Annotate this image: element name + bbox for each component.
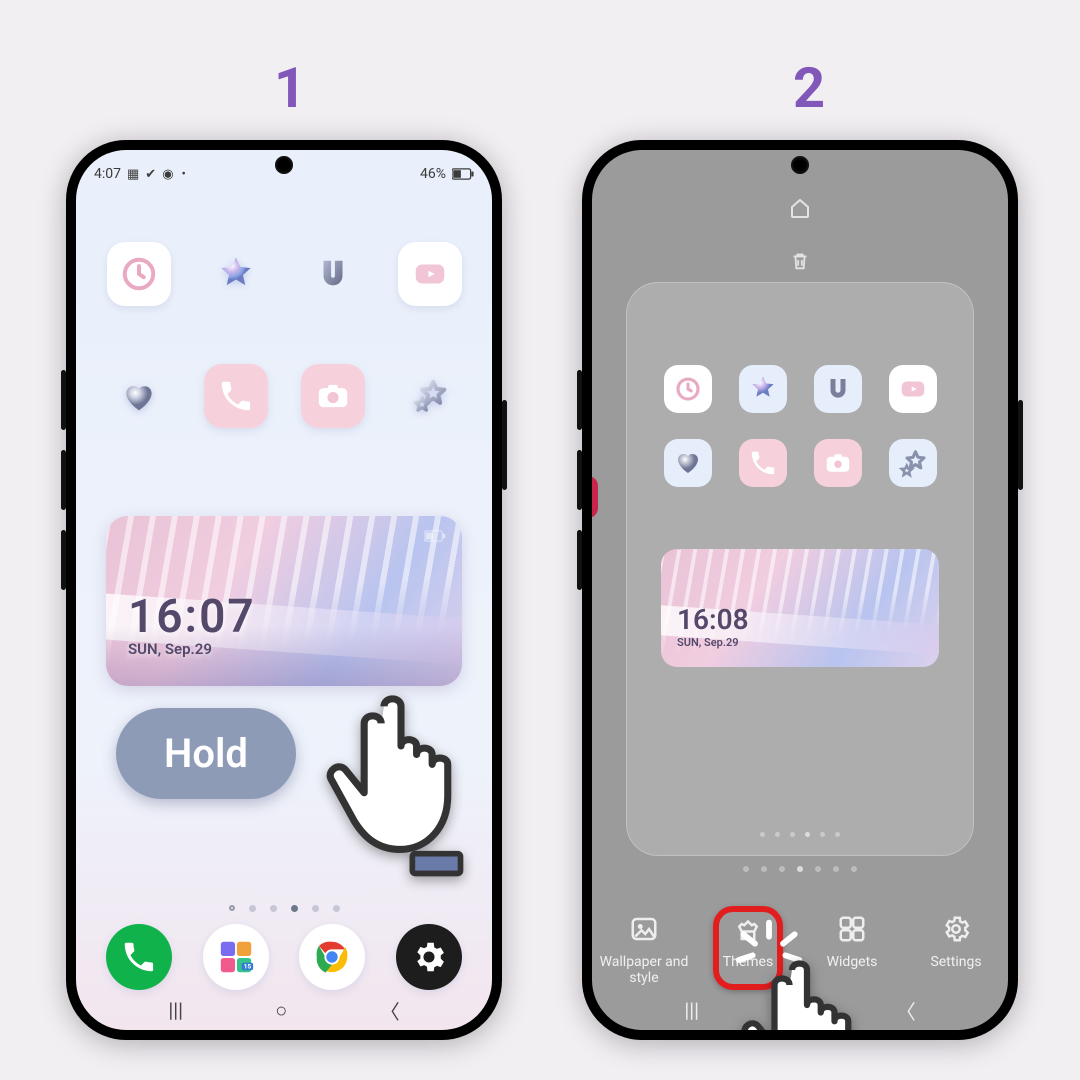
battery-percent: 46% [420, 166, 446, 182]
page-dot[interactable] [312, 905, 319, 912]
nav-bar: ||| ○ 〈 [76, 996, 492, 1024]
app-clock[interactable] [107, 242, 171, 306]
hold-instruction-badge: Hold [116, 708, 296, 799]
phone-step-1: 4:07 ▦ ✔ ◉ 46% [66, 140, 502, 1040]
punch-hole-camera [275, 156, 293, 174]
check-icon: ✔ [145, 167, 156, 182]
previous-page-peek[interactable] [592, 476, 598, 518]
page-dot[interactable] [249, 905, 256, 912]
settings-icon [939, 912, 973, 946]
widget-clock-text: 16:07 SUN, Sep.29 [128, 590, 256, 658]
option-label: Wallpaper and style [592, 954, 696, 986]
app-phone[interactable] [739, 439, 787, 487]
clock-widget[interactable]: 16:07 SUN, Sep.29 [106, 516, 462, 686]
page-dot-home[interactable] [229, 905, 235, 911]
editor-page-indicator[interactable] [592, 866, 1008, 872]
home-screen[interactable]: 4:07 ▦ ✔ ◉ 46% [76, 150, 492, 1030]
more-notifications-icon [180, 167, 186, 182]
app-heart-3d[interactable] [664, 439, 712, 487]
widget-date: SUN, Sep.29 [677, 636, 749, 649]
dock-app-widgets[interactable]: 15 [203, 924, 269, 990]
app-camera[interactable] [301, 364, 365, 428]
option-wallpaper-and-style[interactable]: Wallpaper and style [592, 912, 696, 986]
page-dot[interactable] [333, 905, 340, 912]
home-screen-editor[interactable]: 16:08 SUN, Sep.29 Wallpaper and style [592, 150, 1008, 1030]
option-settings[interactable]: Settings [904, 912, 1008, 986]
nav-home-icon[interactable]: ○ [275, 998, 287, 1023]
app-heart-3d[interactable] [107, 364, 171, 428]
status-time: 4:07 [94, 166, 121, 182]
dock-app-settings[interactable] [396, 924, 462, 990]
nav-recents-icon[interactable]: ||| [684, 998, 699, 1022]
preview-page-indicator [627, 832, 973, 837]
option-label: Settings [930, 954, 981, 970]
clock-widget-preview[interactable]: 16:08 SUN, Sep.29 [661, 549, 939, 667]
step-number-2: 2 [793, 55, 825, 121]
app-youtube[interactable] [889, 365, 937, 413]
app-camera[interactable] [814, 439, 862, 487]
app-u-magnet[interactable] [814, 365, 862, 413]
tap-hand-cursor [732, 945, 882, 1030]
app-clock[interactable] [664, 365, 712, 413]
app-phone[interactable] [204, 364, 268, 428]
app-star-3d[interactable] [739, 365, 787, 413]
widget-clock-text: 16:08 SUN, Sep.29 [677, 603, 749, 649]
wallpaper-icon [627, 912, 661, 946]
nav-back-icon[interactable]: 〈 [896, 996, 916, 1025]
image-icon: ▦ [127, 167, 139, 182]
preview-app-grid [659, 365, 941, 487]
dock: 15 [76, 924, 492, 990]
app-star-3d[interactable] [204, 242, 268, 306]
home-page-preview[interactable]: 16:08 SUN, Sep.29 [626, 282, 974, 856]
page-indicator[interactable] [76, 905, 492, 912]
svg-text:15: 15 [243, 962, 251, 970]
widget-battery-icon [424, 530, 446, 542]
nav-back-icon[interactable]: 〈 [380, 996, 400, 1025]
phone-step-2: 16:08 SUN, Sep.29 Wallpaper and style [582, 140, 1018, 1040]
app-u-magnet[interactable] [301, 242, 365, 306]
app-youtube[interactable] [398, 242, 462, 306]
dock-app-phone[interactable] [106, 924, 172, 990]
page-dot-active[interactable] [291, 905, 298, 912]
delete-page-icon[interactable] [789, 250, 811, 276]
dock-app-chrome[interactable] [299, 924, 365, 990]
punch-hole-camera [791, 156, 809, 174]
page-dot[interactable] [270, 905, 277, 912]
app-star-outline-3d[interactable] [398, 364, 462, 428]
home-page-icon[interactable] [788, 196, 812, 220]
battery-icon [452, 168, 474, 180]
app-star-outline-3d[interactable] [889, 439, 937, 487]
widget-time: 16:07 [128, 590, 256, 644]
nav-recents-icon[interactable]: ||| [168, 998, 183, 1022]
sync-icon: ◉ [162, 167, 173, 182]
widgets-icon [835, 912, 869, 946]
widget-time: 16:08 [677, 603, 749, 636]
tap-hand-cursor [316, 680, 486, 880]
app-icon-grid [104, 242, 464, 428]
step-number-1: 1 [274, 55, 306, 121]
